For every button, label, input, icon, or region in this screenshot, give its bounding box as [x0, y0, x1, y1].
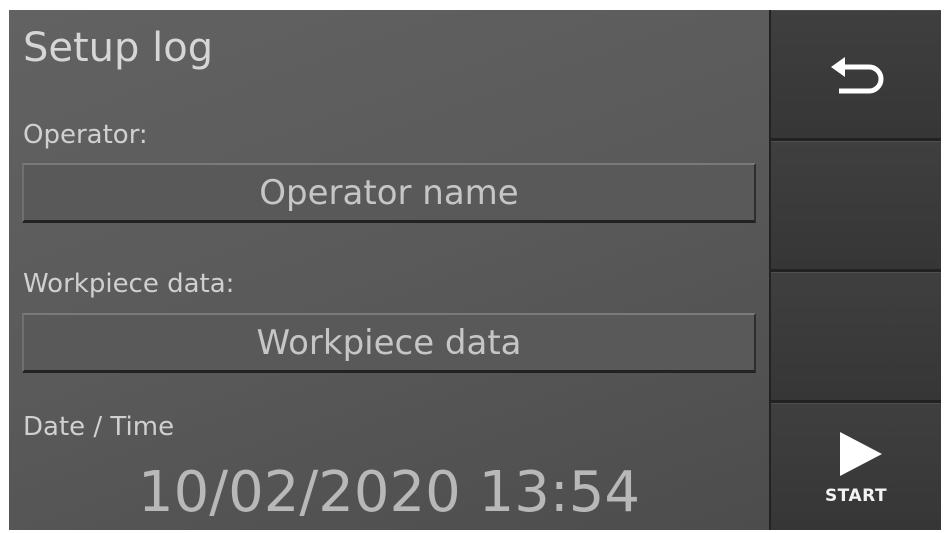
softkey-3-button[interactable]	[771, 272, 941, 400]
softkey-2-button[interactable]	[771, 141, 941, 269]
back-button[interactable]	[771, 10, 941, 138]
workpiece-label: Workpiece data:	[23, 269, 235, 299]
back-arrow-icon	[831, 57, 884, 94]
start-label: START	[824, 486, 888, 506]
setup-log-panel: Setup log Operator: Operator name Workpi…	[9, 10, 769, 530]
workpiece-field[interactable]: Workpiece data	[22, 313, 756, 373]
start-button[interactable]: START	[771, 403, 941, 530]
datetime-label: Date / Time	[23, 412, 175, 442]
play-icon	[840, 432, 882, 476]
operator-field-value: Operator name	[259, 172, 519, 213]
setup-log-screen: Setup log Operator: Operator name Workpi…	[9, 10, 941, 530]
workpiece-field-value: Workpiece data	[256, 322, 522, 363]
softkey-sidebar: START	[769, 10, 941, 530]
datetime-value: 10/02/2020 13:54	[138, 460, 640, 525]
operator-label: Operator:	[23, 120, 148, 150]
operator-field[interactable]: Operator name	[22, 163, 756, 223]
page-title: Setup log	[23, 25, 214, 71]
